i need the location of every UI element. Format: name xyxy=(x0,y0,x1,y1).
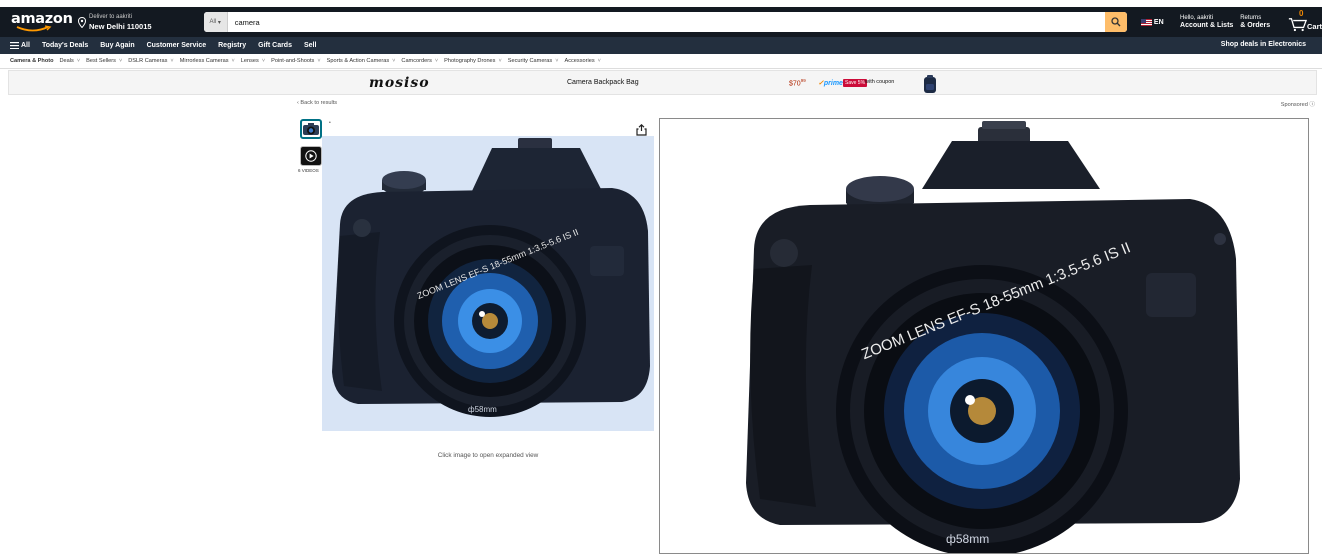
camera-thumbnail-icon xyxy=(303,123,319,135)
subnav-security-label: Security Cameras xyxy=(507,58,553,64)
nav-shop-deals-electronics[interactable]: Shop deals in Electronics xyxy=(1221,41,1306,48)
share-icon[interactable] xyxy=(636,124,647,136)
camera-image: ZOOM LENS EF-S 18-55mm 1:3.5-5.6 IS II ф… xyxy=(332,138,650,417)
subnav-point-label: Point-and-Shoots xyxy=(271,58,315,64)
save-badge: Save 5% xyxy=(843,79,868,87)
subnav-drones-label: Photography Drones xyxy=(444,58,496,64)
smile-arrow-icon xyxy=(16,25,52,32)
prime-label: prime xyxy=(823,80,843,87)
subnav-accessories[interactable]: Accessories ˅ xyxy=(564,58,600,64)
main-nav: All Today's Deals Buy Again Customer Ser… xyxy=(0,37,1322,54)
subnav-deals[interactable]: Deals ˅ xyxy=(60,58,81,64)
deliver-label: Deliver to aakriti xyxy=(89,14,133,20)
zoom-lens-filter-size: ф58mm xyxy=(946,532,989,546)
cart-button[interactable]: 0 Cart xyxy=(1288,9,1322,33)
sponsored-label: Sponsored ⓘ xyxy=(1281,100,1315,108)
returns-label: Returns xyxy=(1240,15,1262,21)
subnav-dslr-label: DSLR Cameras xyxy=(128,58,168,64)
subnav-security-cameras[interactable]: Security Cameras ˅ xyxy=(508,58,559,64)
nav-all-label: All xyxy=(21,42,30,49)
subnav-accessories-label: Accessories xyxy=(564,58,595,64)
nav-todays-deals[interactable]: Today's Deals xyxy=(42,42,88,49)
top-header: amazon Deliver to aakriti New Delhi 1100… xyxy=(0,7,1322,37)
main-product-image[interactable]: ZOOM LENS EF-S 18-55mm 1:3.5-5.6 IS II ф… xyxy=(322,136,654,431)
lens-filter-size: ф58mm xyxy=(468,405,497,414)
category-subnav: Camera & Photo Deals ˅ Best Sellers ˅ DSLR… xyxy=(0,54,1322,69)
subnav-camcorders[interactable]: Camcorders ˅ xyxy=(401,58,438,64)
info-icon[interactable]: ⓘ xyxy=(1309,102,1315,108)
zoom-preview-pane: ZOOM LENS EF-S 18-55mm 1:3.5-5.6 IS II ф… xyxy=(659,118,1309,554)
thumbnail-videos[interactable] xyxy=(300,146,322,166)
camera-zoom-image: ZOOM LENS EF-S 18-55mm 1:3.5-5.6 IS II ф… xyxy=(746,121,1240,553)
amazon-logo[interactable]: amazon xyxy=(11,11,73,33)
banner-brand-logo[interactable]: mosiso xyxy=(369,75,430,91)
returns-orders[interactable]: Returns & Orders xyxy=(1240,14,1279,30)
cart-icon xyxy=(1288,18,1307,32)
videos-count-label: 6 VIDEOS xyxy=(298,168,319,173)
subnav-mirrorless-label: Mirrorless Cameras xyxy=(179,58,229,64)
play-icon xyxy=(305,150,317,162)
subnav-sports-action[interactable]: Sports & Action Cameras ˅ xyxy=(327,58,396,64)
subnav-sports-label: Sports & Action Cameras xyxy=(326,58,390,64)
subnav-lenses[interactable]: Lenses ˅ xyxy=(241,58,265,64)
coupon-text: with coupon xyxy=(865,79,895,85)
sponsored-banner[interactable]: mosiso Camera Backpack Bag $7099 ✓prime … xyxy=(8,70,1317,95)
search-input[interactable] xyxy=(227,12,1105,32)
nav-sell[interactable]: Sell xyxy=(304,42,316,49)
thumbnail-image-1[interactable] xyxy=(300,119,322,139)
expanded-view-hint: Click image to open expanded view xyxy=(437,452,539,459)
cart-label: Cart xyxy=(1306,22,1322,31)
nav-customer-service[interactable]: Customer Service xyxy=(147,42,207,49)
search-bar: All ▾ xyxy=(203,12,1127,32)
sponsored-text: Sponsored xyxy=(1280,102,1308,108)
subnav-mirrorless-cameras[interactable]: Mirrorless Cameras ˅ xyxy=(180,58,235,64)
us-flag-icon xyxy=(1140,18,1152,26)
subnav-deals-label: Deals xyxy=(59,58,74,64)
prime-badge: ✓prime xyxy=(818,80,843,87)
banner-price: $7099 xyxy=(789,78,806,87)
location-pin-icon xyxy=(78,16,86,28)
search-category-label: All xyxy=(209,19,217,25)
banner-price-whole: $70 xyxy=(789,80,801,88)
subnav-camcorders-label: Camcorders xyxy=(401,58,432,64)
subnav-point-and-shoots[interactable]: Point-and-Shoots ˅ xyxy=(271,58,321,64)
nav-all-menu[interactable]: All xyxy=(10,42,30,49)
language-label: EN xyxy=(1153,18,1164,26)
amazon-product-page: amazon Deliver to aakriti New Delhi 1100… xyxy=(0,0,1322,554)
backpack-icon[interactable] xyxy=(921,74,939,94)
back-to-results-link[interactable]: ‹ Back to results xyxy=(297,100,337,106)
subnav-photography-drones[interactable]: Photography Drones ˅ xyxy=(444,58,502,64)
search-category-select[interactable]: All ▾ xyxy=(203,12,228,32)
account-greeting: Hello, aakriti xyxy=(1180,15,1214,21)
nav-gift-cards[interactable]: Gift Cards xyxy=(258,42,292,49)
banner-price-cents: 99 xyxy=(800,78,806,83)
subnav-lenses-label: Lenses xyxy=(240,58,259,64)
nav-buy-again[interactable]: Buy Again xyxy=(100,42,134,49)
deliver-location: New Delhi 110015 xyxy=(89,22,152,31)
subnav-best-sellers[interactable]: Best Sellers ˅ xyxy=(86,58,122,64)
cart-count: 0 xyxy=(1299,9,1304,18)
search-icon xyxy=(1111,17,1121,27)
search-button[interactable] xyxy=(1104,12,1127,32)
orders-label: & Orders xyxy=(1240,22,1271,29)
language-selector[interactable]: EN xyxy=(1140,18,1170,26)
subnav-dslr-cameras[interactable]: DSLR Cameras ˅ xyxy=(128,58,173,64)
subnav-best-sellers-label: Best Sellers xyxy=(86,58,116,64)
account-lists[interactable]: Hello, aakriti Account & Lists xyxy=(1180,14,1238,30)
hamburger-icon xyxy=(10,42,19,49)
image-indicator: • xyxy=(329,120,331,126)
subnav-camera-photo[interactable]: Camera & Photo xyxy=(10,58,54,64)
deliver-to[interactable]: Deliver to aakriti New Delhi 110015 xyxy=(78,13,152,31)
account-label: Account & Lists xyxy=(1180,22,1234,29)
nav-registry[interactable]: Registry xyxy=(218,42,246,49)
banner-product-title[interactable]: Camera Backpack Bag xyxy=(567,79,639,86)
